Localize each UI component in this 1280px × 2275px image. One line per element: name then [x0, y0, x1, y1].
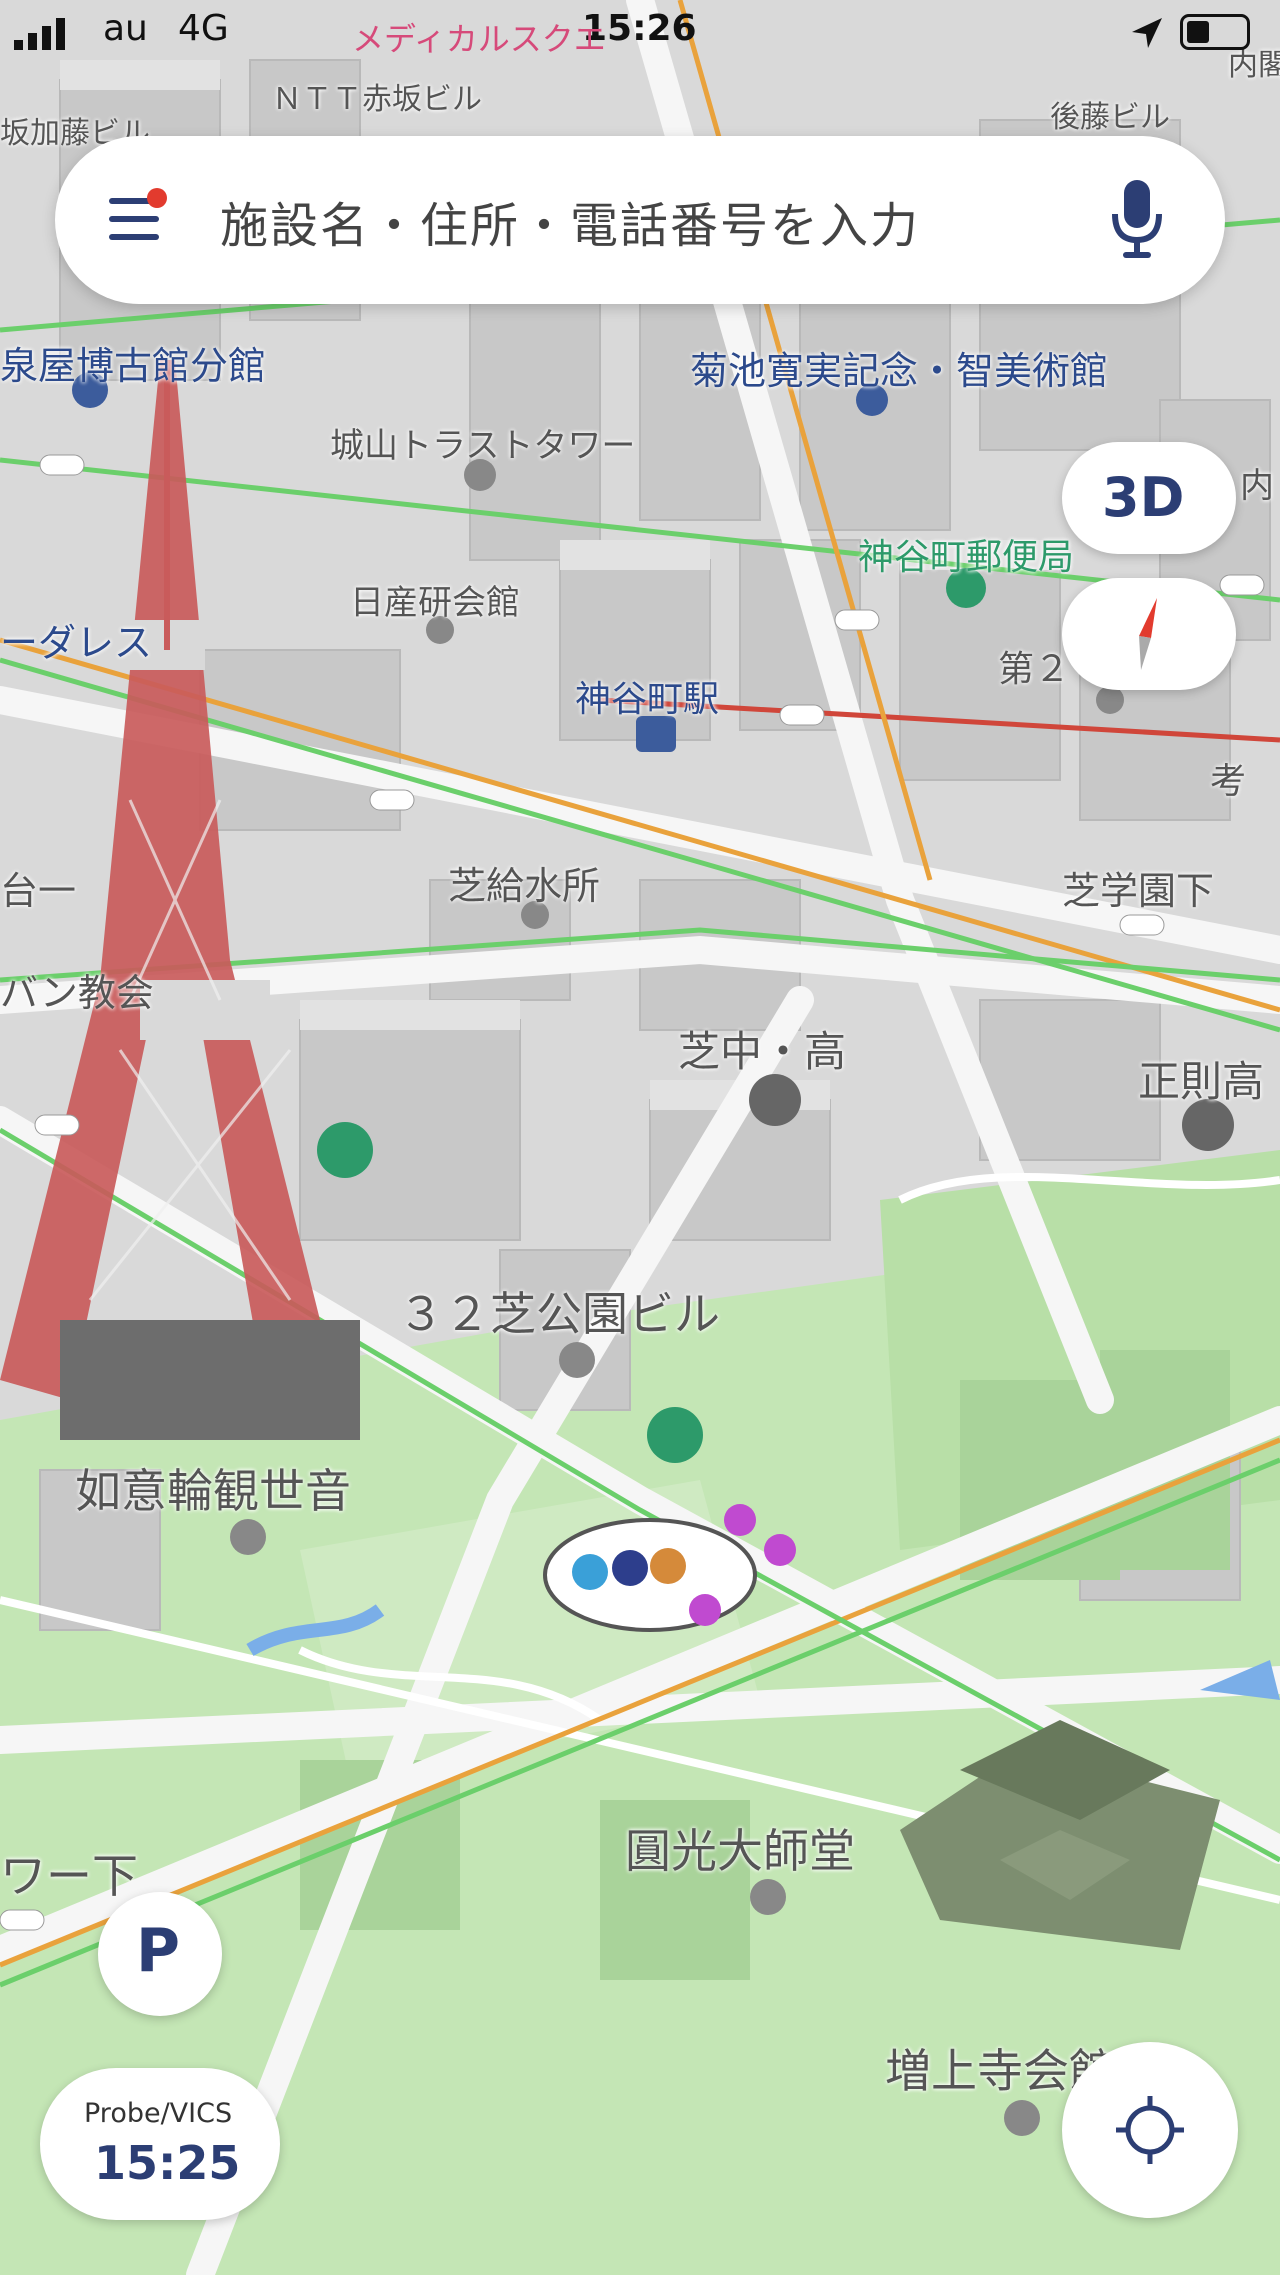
map-label[interactable]: 圓光大師堂 [625, 1815, 855, 1881]
notification-dot [147, 188, 167, 208]
hamburger-icon[interactable] [107, 188, 167, 250]
battery-icon [1180, 14, 1250, 50]
map-label[interactable]: 神谷町駅 [575, 670, 719, 722]
map-label-top-1: メディカルスクエ [352, 20, 606, 58]
map-label[interactable]: バン教会 [0, 962, 154, 1017]
map-label[interactable]: 神谷町郵便局 [858, 528, 1074, 580]
traffic-info-button[interactable]: Probe/VICS 15:25 [40, 2068, 280, 2220]
location-arrow-icon [1128, 16, 1164, 56]
map-label[interactable]: 考 [1210, 752, 1246, 804]
traffic-source-label: Probe/VICS [84, 2098, 233, 2129]
map-label[interactable]: 芝中・高 [678, 1018, 846, 1079]
search-input[interactable]: 施設名・住所・電話番号を入力 [220, 186, 920, 256]
traffic-time-label: 15:25 [94, 2136, 241, 2190]
map-label[interactable]: ３２芝公園ビル [398, 1278, 720, 1344]
map-label[interactable]: ーダレス [0, 612, 152, 667]
map-label[interactable]: 芝給水所 [448, 855, 600, 910]
compass-button[interactable] [1062, 578, 1236, 690]
carrier-label: au [103, 8, 148, 49]
status-bar: au 4G 15:26 メディカルスクエ ＮＴＴ赤坂ビル 内閣 後藤ビル 坂加藤… [0, 0, 1280, 151]
map-label[interactable]: 菊池寛実記念・智美術館 [690, 340, 1108, 395]
signal-strength-icon [14, 18, 70, 50]
map-label[interactable]: 内 [1240, 458, 1274, 507]
map-label-top-2: ＮＴＴ赤坂ビル [272, 82, 482, 117]
search-bar[interactable]: 施設名・住所・電話番号を入力 [55, 136, 1225, 304]
map-label[interactable]: 台一 [0, 860, 76, 915]
view-mode-label: 3D [1102, 466, 1185, 529]
map-label[interactable]: 城山トラストタワー [330, 418, 635, 467]
map-label-top-4: 後藤ビル [1050, 100, 1170, 135]
microphone-icon[interactable] [1107, 178, 1167, 262]
parking-label: P [136, 1916, 180, 1986]
map-label[interactable]: 如意輪観世音 [75, 1455, 351, 1521]
map-label[interactable]: 芝学園下 [1062, 860, 1214, 915]
map-label[interactable]: ワー下 [0, 1840, 138, 1906]
map-label[interactable]: 日産研会館 [350, 575, 520, 624]
compass-icon [1129, 596, 1169, 676]
map-label[interactable]: 第２ [998, 640, 1070, 692]
map-label[interactable]: 正則高 [1138, 1048, 1264, 1109]
locate-button[interactable] [1062, 2042, 1238, 2218]
map-label[interactable]: 泉屋博古館分館 [0, 335, 266, 390]
locate-icon [1112, 2092, 1188, 2172]
network-label: 4G [178, 8, 229, 49]
parking-button[interactable]: P [98, 1892, 222, 2016]
view-mode-button[interactable]: 3D [1062, 442, 1236, 554]
